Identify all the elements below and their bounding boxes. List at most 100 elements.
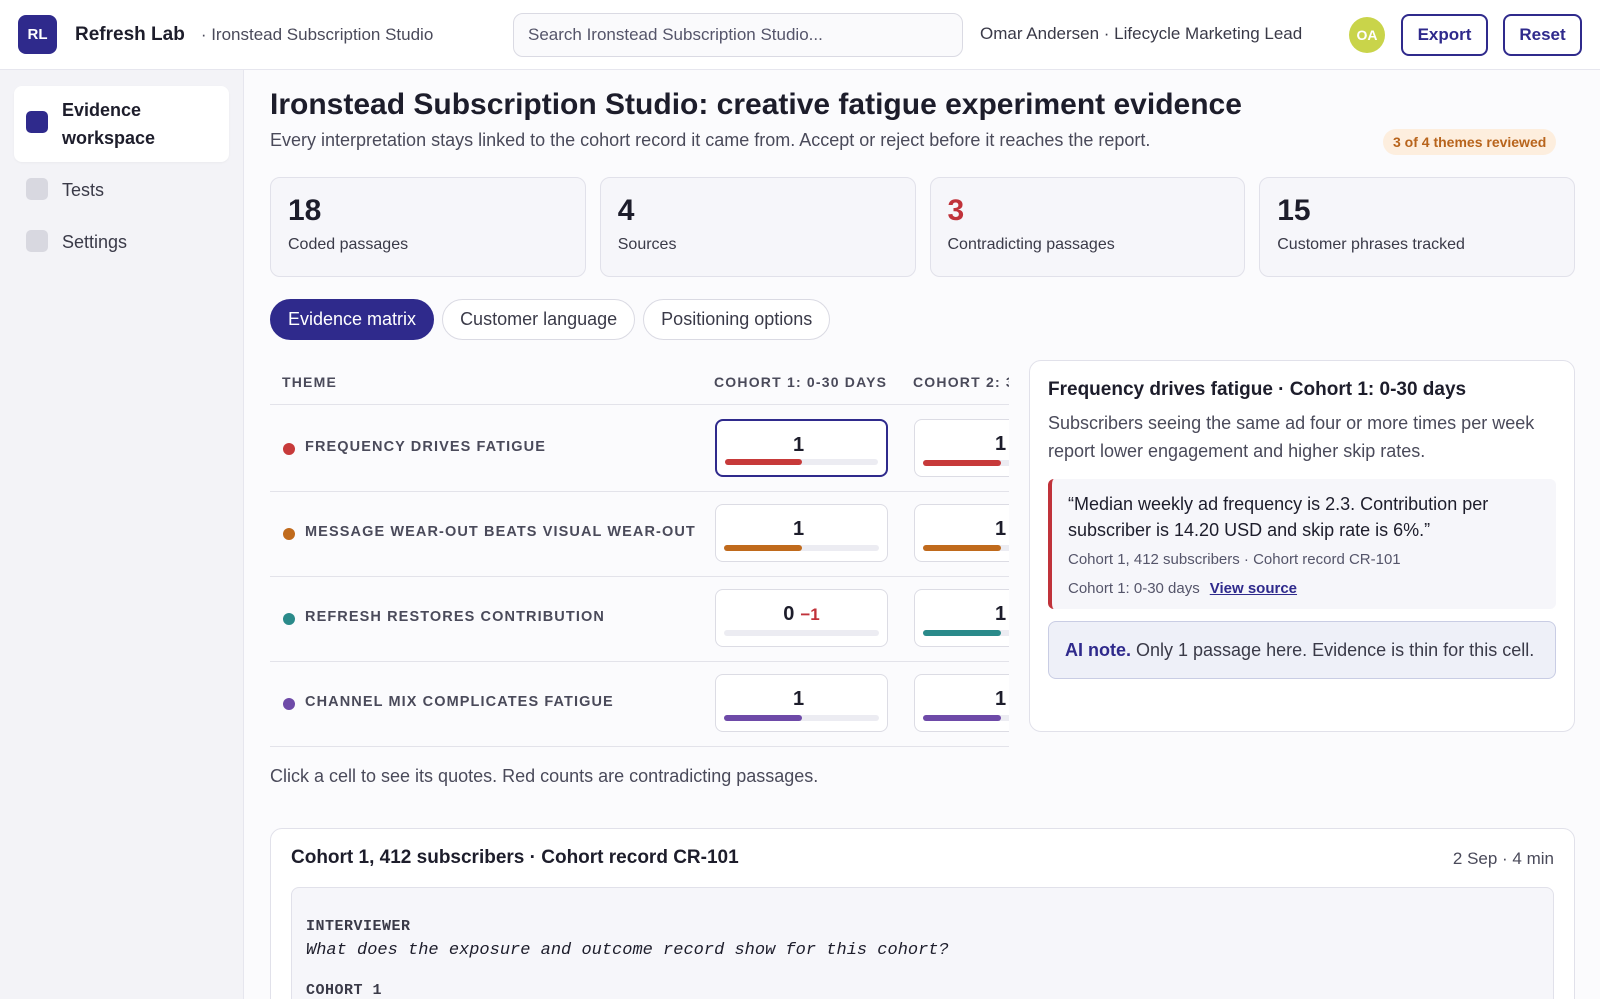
cell-progress-track	[724, 545, 879, 551]
matrix-cell[interactable]: 1	[715, 674, 888, 732]
sidebar-item-settings[interactable]: Settings	[14, 218, 229, 266]
stat-value: 4	[617, 194, 635, 227]
theme-color-dot	[283, 613, 295, 625]
cell-progress-fill	[725, 459, 802, 465]
quote-cohort-label: Cohort 1: 0-30 days	[1068, 580, 1200, 597]
cell-detail-panel: Frequency drives fatigue · Cohort 1: 0-3…	[1029, 360, 1575, 732]
ai-note: AI note. Only 1 passage here. Evidence i…	[1048, 621, 1556, 679]
stat-card-sources: 4 Sources	[599, 177, 916, 277]
app-logo: RL	[18, 15, 57, 54]
view-tabs: Evidence matrix Customer language Positi…	[270, 299, 831, 340]
matrix-header: THEME COHORT 1: 0-30 DAYS COHORT 2: 3	[270, 360, 1009, 405]
cell-count: 1	[792, 518, 805, 540]
matrix-row: FREQUENCY DRIVES FATIGUE 1 1	[270, 406, 1009, 492]
tab-positioning-options[interactable]: Positioning options	[643, 299, 831, 340]
stat-label: Contradicting passages	[947, 236, 1115, 253]
theme-label: FREQUENCY DRIVES FATIGUE	[305, 439, 546, 455]
tests-icon	[26, 178, 48, 200]
evidence-workspace-icon	[26, 111, 48, 133]
cell-progress-fill	[923, 545, 1001, 551]
matrix-cell[interactable]: 1	[715, 504, 888, 562]
transcript-body: INTERVIEWER What does the exposure and o…	[291, 887, 1554, 999]
transcript-title: Cohort 1, 412 subscribers · Cohort recor…	[291, 847, 739, 868]
review-status-badge: 3 of 4 themes reviewed	[1383, 129, 1557, 155]
cell-progress-track	[923, 630, 1009, 636]
utterance: What does the exposure and outcome recor…	[306, 941, 949, 960]
ai-note-text: Only 1 passage here. Evidence is thin fo…	[1131, 640, 1535, 660]
user-name-role: Omar Andersen · Lifecycle Marketing Lead	[980, 24, 1303, 43]
cell-progress-track	[923, 460, 1009, 466]
quote-card: “Median weekly ad frequency is 2.3. Cont…	[1048, 479, 1556, 609]
quote-footer: Cohort 1: 0-30 days View source	[1068, 580, 1540, 597]
quote-text: “Median weekly ad frequency is 2.3. Cont…	[1068, 494, 1489, 540]
search-input[interactable]	[513, 13, 963, 57]
stat-label: Sources	[617, 236, 677, 253]
avatar[interactable]: OA	[1349, 17, 1385, 53]
view-source-link[interactable]: View source	[1210, 580, 1297, 597]
stats-row: 18 Coded passages 4 Sources 3 Contradict…	[270, 177, 1575, 277]
transcript-card: Cohort 1, 412 subscribers · Cohort recor…	[270, 828, 1575, 999]
matrix-cell[interactable]: 0 −1	[715, 589, 888, 647]
cell-count: 1	[994, 688, 1007, 710]
cell-progress-track	[724, 715, 879, 721]
speaker-label: COHORT 1	[306, 982, 383, 999]
cell-progress-track	[923, 715, 1009, 721]
matrix-row: REFRESH RESTORES CONTRIBUTION 0 −1 1	[270, 576, 1009, 662]
sidebar-item-label: Evidence workspace	[62, 100, 156, 148]
cell-progress-track	[724, 630, 879, 636]
matrix-cell[interactable]: 1	[914, 419, 1009, 477]
cell-count: 1	[994, 518, 1007, 540]
column-header-theme: THEME	[282, 374, 337, 390]
contradiction-count: −1	[800, 605, 820, 624]
theme-label: MESSAGE WEAR-OUT BEATS VISUAL WEAR-OUT	[305, 524, 696, 540]
ai-note-label: AI note.	[1065, 640, 1131, 660]
page-title: Ironstead Subscription Studio: creative …	[270, 88, 1242, 121]
cell-progress-fill	[923, 460, 1001, 466]
sidebar: Evidence workspace Tests Settings	[0, 70, 244, 999]
theme-color-dot	[283, 528, 295, 540]
cell-progress-fill	[724, 715, 802, 721]
settings-icon	[26, 230, 48, 252]
app-name: Refresh Lab	[75, 23, 185, 45]
cell-progress-track	[725, 459, 878, 465]
matrix-cell[interactable]: 1	[914, 674, 1009, 732]
detail-description: Subscribers seeing the same ad four or m…	[1048, 413, 1535, 461]
sidebar-item-label: Tests	[62, 180, 105, 200]
tab-evidence-matrix[interactable]: Evidence matrix	[270, 299, 435, 340]
matrix-cell[interactable]: 1	[914, 589, 1009, 647]
stat-value: 15	[1277, 194, 1311, 227]
sidebar-item-tests[interactable]: Tests	[14, 166, 229, 214]
theme-label: CHANNEL MIX COMPLICATES FATIGUE	[305, 694, 614, 710]
matrix-row: MESSAGE WEAR-OUT BEATS VISUAL WEAR-OUT 1…	[270, 491, 1009, 577]
column-header-cohort2: COHORT 2: 3	[913, 374, 1009, 390]
cell-count: 1	[792, 434, 805, 456]
export-button[interactable]: Export	[1401, 14, 1488, 56]
speaker-label: INTERVIEWER	[306, 918, 411, 935]
cell-count: 0 −1	[783, 603, 820, 625]
transcript-meta: 2 Sep · 4 min	[1452, 849, 1554, 868]
cell-count: 1	[792, 688, 805, 710]
theme-color-dot	[283, 698, 295, 710]
sidebar-item-label: Settings	[62, 232, 128, 252]
matrix-cell[interactable]: 1	[715, 419, 888, 477]
workspace-name: · Ironstead Subscription Studio	[200, 24, 434, 44]
stat-value: 18	[288, 194, 322, 227]
tab-customer-language[interactable]: Customer language	[442, 299, 636, 340]
stat-card-customer-phrases: 15 Customer phrases tracked	[1259, 177, 1575, 277]
stat-value: 3	[947, 194, 965, 227]
stat-card-coded-passages: 18 Coded passages	[270, 177, 586, 277]
sidebar-item-evidence-workspace[interactable]: Evidence workspace	[14, 86, 229, 162]
quote-source-meta: Cohort 1, 412 subscribers · Cohort recor…	[1068, 551, 1401, 568]
top-bar: RL Refresh Lab · Ironstead Subscription …	[0, 0, 1600, 70]
detail-title: Frequency drives fatigue · Cohort 1: 0-3…	[1048, 379, 1467, 400]
cell-progress-fill	[923, 715, 1001, 721]
matrix-row: CHANNEL MIX COMPLICATES FATIGUE 1 1	[270, 661, 1009, 747]
reset-button[interactable]: Reset	[1503, 14, 1582, 56]
page-subtitle: Every interpretation stays linked to the…	[270, 130, 1151, 150]
cell-count: 1	[994, 433, 1007, 455]
matrix-cell[interactable]: 1	[914, 504, 1009, 562]
cell-progress-fill	[724, 545, 802, 551]
matrix-help-text: Click a cell to see its quotes. Red coun…	[270, 766, 819, 786]
stat-label: Customer phrases tracked	[1277, 236, 1465, 253]
stat-card-contradicting-passages: 3 Contradicting passages	[929, 177, 1246, 277]
